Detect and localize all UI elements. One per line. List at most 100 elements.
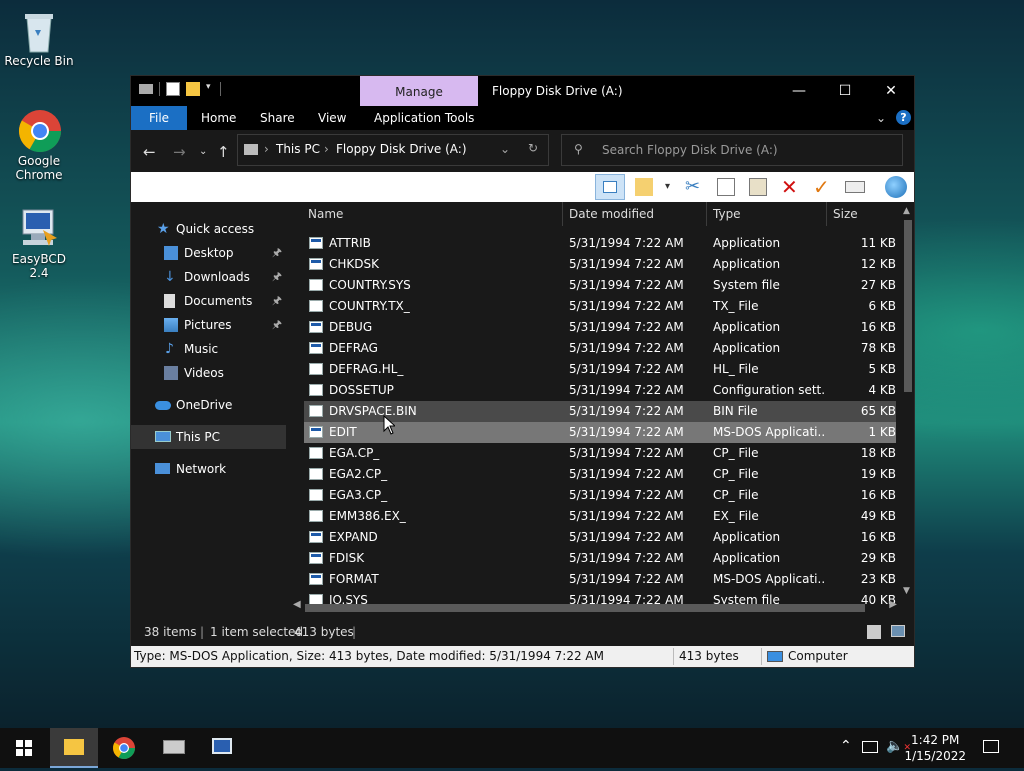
pin-icon[interactable]: 🖈	[272, 265, 282, 289]
column-separator[interactable]	[562, 202, 563, 226]
refresh-icon[interactable]: ↻	[528, 141, 538, 155]
horizontal-scroll-thumb[interactable]	[305, 604, 865, 612]
file-row[interactable]: EGA.CP_ 5/31/1994 7:22 AM CP_ File 18 KB	[304, 443, 896, 464]
paste-icon[interactable]	[749, 178, 767, 196]
forward-arrow-icon[interactable]: →	[173, 143, 186, 161]
nav-downloads[interactable]: ↓ Downloads 🖈	[131, 265, 286, 289]
tab-share[interactable]: Share	[260, 106, 295, 130]
scroll-left-icon[interactable]: ◀	[293, 599, 301, 610]
file-row[interactable]: DEFRAG 5/31/1994 7:22 AM Application 78 KB	[304, 338, 896, 359]
tab-manage[interactable]: Manage	[360, 76, 478, 106]
file-row[interactable]: COUNTRY.TX_ 5/31/1994 7:22 AM TX_ File 6 KB	[304, 296, 896, 317]
network-status-icon[interactable]	[862, 741, 878, 753]
desktop-icon-google-chrome[interactable]: Google Chrome	[1, 108, 77, 182]
details-location: Computer	[788, 649, 848, 663]
action-center-icon[interactable]	[983, 740, 999, 753]
nav-quick-access[interactable]: ★ Quick access	[131, 217, 286, 241]
file-row[interactable]: COUNTRY.SYS 5/31/1994 7:22 AM System file 2…	[304, 275, 896, 296]
desktop-icon-recycle-bin[interactable]: Recycle Bin	[1, 8, 77, 68]
column-header-type[interactable]: Type	[713, 202, 741, 226]
up-arrow-icon[interactable]: ↑	[217, 143, 230, 161]
vertical-scroll-thumb[interactable]	[904, 220, 912, 392]
show-hidden-icons-icon[interactable]: ⌃	[840, 738, 852, 754]
nav-pictures[interactable]: Pictures 🖈	[131, 313, 286, 337]
scroll-right-icon[interactable]: ▶	[889, 599, 897, 610]
start-button[interactable]	[0, 728, 48, 768]
address-bar[interactable]: › This PC › Floppy Disk Drive (A:) ⌄ ↻	[237, 134, 549, 166]
nav-onedrive[interactable]: OneDrive	[131, 393, 286, 417]
nav-music[interactable]: ♪ Music	[131, 337, 286, 361]
pin-icon[interactable]: 🖈	[272, 289, 282, 313]
tab-file[interactable]: File	[131, 106, 187, 130]
properties-icon[interactable]	[166, 82, 180, 96]
column-header-size[interactable]: Size	[833, 202, 858, 226]
clock[interactable]: 1:42 PM 1/15/2022	[904, 732, 966, 764]
drive-icon[interactable]	[139, 84, 153, 94]
horizontal-scrollbar[interactable]: ◀ ▶	[291, 599, 901, 612]
maximize-button[interactable]: ☐	[822, 76, 868, 106]
column-separator[interactable]	[706, 202, 707, 226]
column-separator[interactable]	[826, 202, 827, 226]
minimize-button[interactable]: —	[776, 76, 822, 106]
recent-locations-icon[interactable]: ⌄	[199, 146, 207, 157]
help-icon[interactable]: ?	[896, 110, 911, 125]
application-icon	[309, 237, 323, 249]
column-header-date[interactable]: Date modified	[569, 202, 654, 226]
breadcrumb-floppy[interactable]: Floppy Disk Drive (A:)	[336, 142, 467, 156]
scroll-down-icon[interactable]: ▼	[903, 586, 910, 596]
properties-icon[interactable]	[845, 181, 865, 193]
file-row[interactable]: FDISK 5/31/1994 7:22 AM Application 29 KB	[304, 548, 896, 569]
taskbar-easybcd[interactable]	[198, 728, 246, 768]
breadcrumb-this-pc[interactable]: This PC	[276, 142, 320, 156]
tab-application-tools[interactable]: Application Tools	[374, 106, 474, 130]
title-bar[interactable]: ▾ Manage Floppy Disk Drive (A:) — ☐ ✕	[131, 76, 914, 106]
expand-ribbon-icon[interactable]: ⌄	[876, 106, 886, 130]
column-header-name[interactable]: Name	[308, 202, 343, 226]
nav-documents[interactable]: Documents 🖈	[131, 289, 286, 313]
nav-this-pc[interactable]: This PC	[131, 425, 286, 449]
file-row[interactable]: EMM386.EX_ 5/31/1994 7:22 AM EX_ File 49 KB	[304, 506, 896, 527]
tab-home[interactable]: Home	[201, 106, 236, 130]
file-row[interactable]: DEFRAG.HL_ 5/31/1994 7:22 AM HL_ File 5 KB	[304, 359, 896, 380]
details-view-icon[interactable]	[867, 625, 881, 639]
nav-videos[interactable]: Videos	[131, 361, 286, 385]
copy-icon[interactable]	[717, 178, 735, 196]
back-arrow-icon[interactable]: ←	[143, 143, 156, 161]
qat-dropdown-icon[interactable]: ▾	[206, 82, 214, 96]
file-row[interactable]: FORMAT 5/31/1994 7:22 AM MS-DOS Applicati.…	[304, 569, 896, 590]
checkmark-icon[interactable]: ✓	[813, 177, 831, 197]
file-size: 49 KB	[860, 509, 896, 523]
taskbar-file-explorer[interactable]	[50, 728, 98, 768]
file-size: 6 KB	[868, 299, 896, 313]
nav-desktop[interactable]: Desktop 🖈	[131, 241, 286, 265]
close-button[interactable]: ✕	[868, 76, 914, 106]
file-row[interactable]: DOSSETUP 5/31/1994 7:22 AM Configuration s…	[304, 380, 896, 401]
globe-icon[interactable]	[885, 176, 907, 198]
search-input[interactable]: Search Floppy Disk Drive (A:)	[602, 143, 778, 157]
scroll-up-icon[interactable]: ▲	[903, 206, 910, 216]
large-icons-view-icon[interactable]	[891, 625, 905, 637]
address-dropdown-icon[interactable]: ⌄	[500, 142, 510, 156]
file-name: EGA.CP_	[329, 446, 380, 460]
file-row[interactable]: CHKDSK 5/31/1994 7:22 AM Application 12 KB	[304, 254, 896, 275]
folder-dropdown-icon[interactable]: ▾	[665, 178, 673, 196]
cut-icon[interactable]: ✂	[685, 178, 703, 196]
search-box[interactable]: ⚲ Search Floppy Disk Drive (A:)	[561, 134, 903, 166]
taskbar-chrome[interactable]	[100, 728, 148, 768]
vertical-scrollbar[interactable]: ▲ ▼	[902, 206, 914, 596]
delete-icon[interactable]: ✕	[781, 177, 799, 197]
new-folder-icon[interactable]	[186, 82, 200, 96]
file-row[interactable]: EGA2.CP_ 5/31/1994 7:22 AM CP_ File 19 KB	[304, 464, 896, 485]
file-row[interactable]: ATTRIB 5/31/1994 7:22 AM Application 11 KB	[304, 233, 896, 254]
file-row[interactable]: EGA3.CP_ 5/31/1994 7:22 AM CP_ File 16 KB	[304, 485, 896, 506]
taskbar-drive-app[interactable]	[150, 728, 198, 768]
desktop-icon-easybcd[interactable]: EasyBCD 2.4	[1, 206, 77, 280]
nav-network[interactable]: Network	[131, 457, 286, 481]
preview-pane-icon[interactable]	[595, 174, 625, 200]
folder-options-icon[interactable]	[635, 178, 653, 196]
file-row[interactable]: EXPAND 5/31/1994 7:22 AM Application 16 KB	[304, 527, 896, 548]
tab-view[interactable]: View	[318, 106, 346, 130]
pin-icon[interactable]: 🖈	[272, 241, 282, 265]
pin-icon[interactable]: 🖈	[272, 313, 282, 337]
file-row[interactable]: DEBUG 5/31/1994 7:22 AM Application 16 KB	[304, 317, 896, 338]
